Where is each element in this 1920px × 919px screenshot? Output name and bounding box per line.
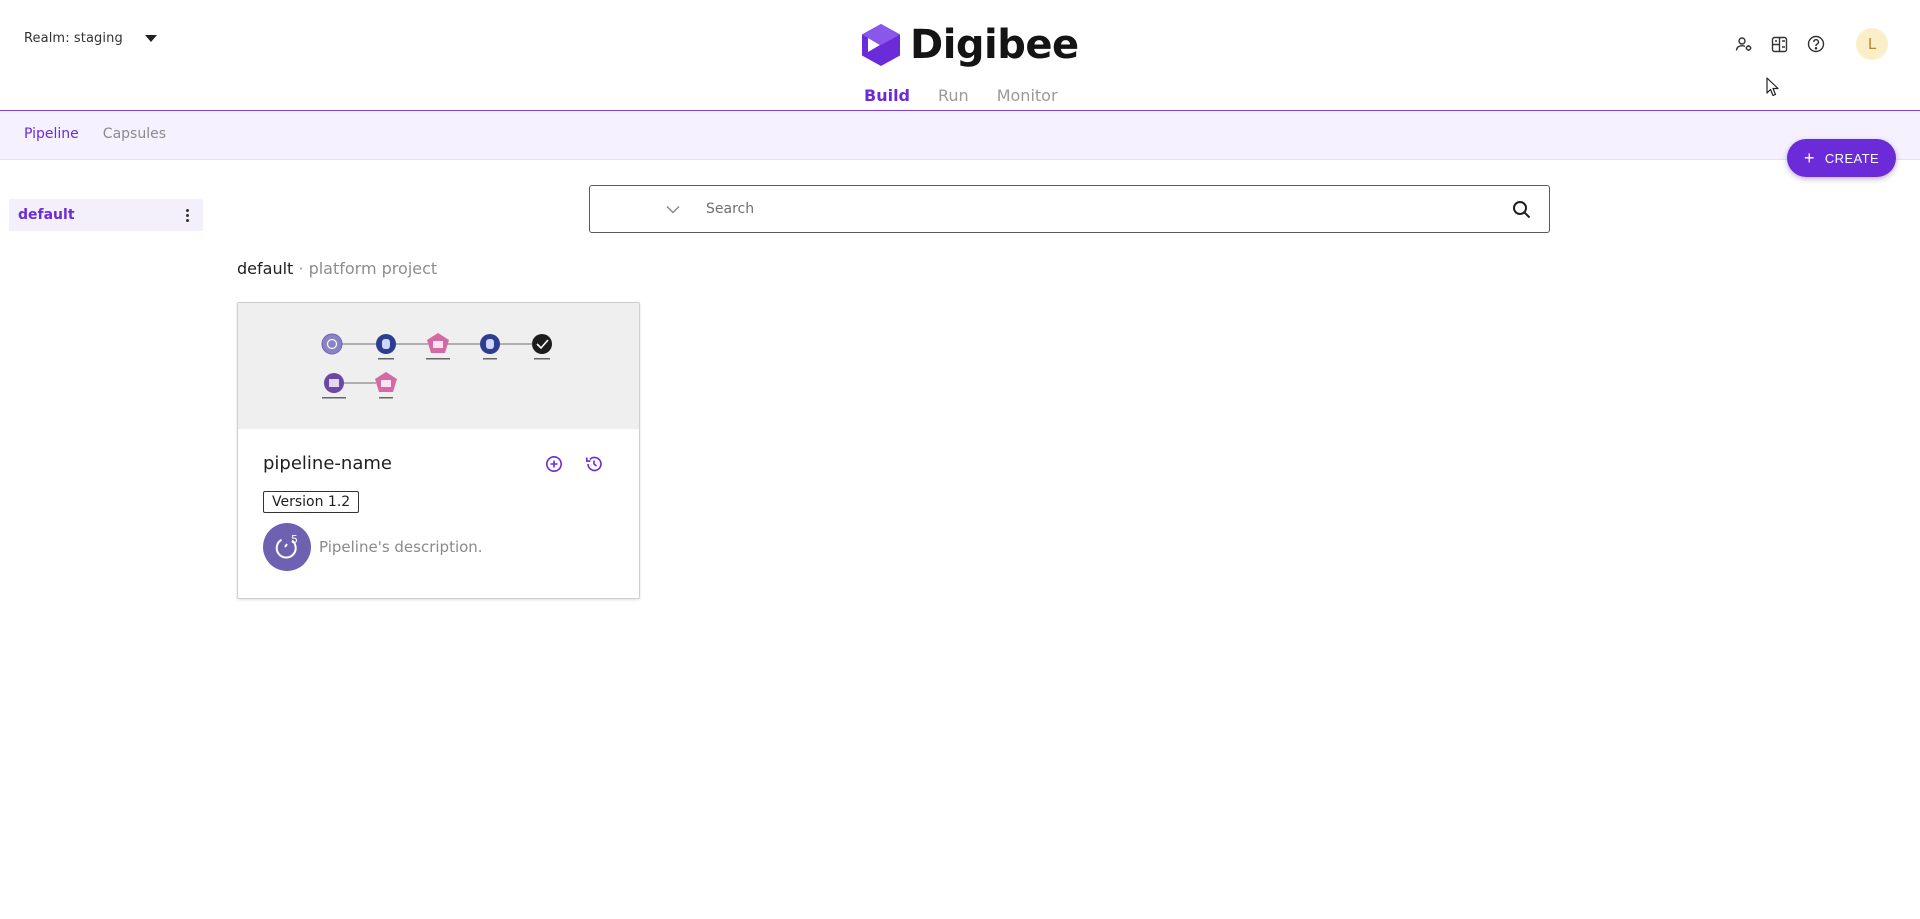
tab-run[interactable]: Run bbox=[924, 86, 983, 105]
chevron-down-icon bbox=[666, 205, 680, 214]
trigger-badge-count: 5 bbox=[291, 533, 298, 546]
search-input[interactable] bbox=[690, 186, 1493, 232]
user-avatar[interactable]: L bbox=[1856, 28, 1888, 60]
sidebar-item-label: default bbox=[18, 207, 75, 223]
create-button[interactable]: + CREATE bbox=[1787, 139, 1896, 177]
pipeline-flow-diagram bbox=[321, 333, 552, 399]
logo-mark-icon bbox=[862, 24, 900, 66]
project-heading: default · platform project bbox=[237, 259, 437, 278]
flow-stream-node bbox=[324, 373, 344, 393]
sidebar-item-default[interactable]: default bbox=[9, 199, 203, 231]
user-settings-icon[interactable] bbox=[1734, 35, 1753, 54]
history-icon[interactable] bbox=[583, 453, 605, 475]
help-icon[interactable] bbox=[1806, 35, 1825, 54]
version-badge: Version 1.2 bbox=[263, 491, 360, 513]
search-filter-select[interactable] bbox=[590, 186, 690, 232]
pipeline-card-body: pipeline-name Version 1.2 5 Pipeline's d… bbox=[238, 429, 639, 571]
search-bar bbox=[589, 185, 1550, 233]
search-icon[interactable] bbox=[1493, 186, 1549, 232]
realm-label: Realm: staging bbox=[24, 31, 123, 46]
pipeline-description: Pipeline's description. bbox=[319, 538, 483, 556]
pipeline-card[interactable]: pipeline-name Version 1.2 5 Pipeline's d… bbox=[237, 302, 640, 599]
flow-mapper-node-2 bbox=[375, 372, 397, 392]
add-version-icon[interactable] bbox=[543, 453, 565, 475]
main-tabs: Build Run Monitor bbox=[850, 86, 1072, 105]
grid-icon[interactable] bbox=[1770, 35, 1789, 54]
realm-selector[interactable]: Realm: staging bbox=[24, 31, 157, 46]
project-name: default bbox=[237, 259, 294, 278]
tab-capsules[interactable]: Capsules bbox=[103, 126, 166, 142]
top-header: Realm: staging Digibee Build Run Monitor bbox=[0, 0, 1920, 111]
digibee-logo[interactable]: Digibee bbox=[860, 22, 1079, 68]
flow-db-node-2 bbox=[480, 334, 500, 354]
project-separator: · bbox=[298, 259, 304, 278]
sub-navigation: Pipeline Capsules bbox=[0, 111, 1920, 160]
tab-pipeline[interactable]: Pipeline bbox=[24, 126, 79, 142]
scheduler-trigger-icon: 5 bbox=[263, 523, 311, 571]
flow-db-node-1 bbox=[376, 334, 396, 354]
tab-monitor[interactable]: Monitor bbox=[983, 86, 1072, 105]
flow-end-node bbox=[532, 334, 552, 354]
mouse-pointer-icon bbox=[1766, 77, 1779, 97]
pipeline-actions bbox=[543, 453, 605, 475]
pipeline-description-row: 5 Pipeline's description. bbox=[263, 523, 613, 571]
create-button-label: CREATE bbox=[1824, 150, 1880, 166]
flow-trigger-node bbox=[321, 333, 343, 355]
sub-tabs: Pipeline Capsules bbox=[24, 126, 166, 142]
tab-build[interactable]: Build bbox=[850, 86, 924, 105]
flow-mapper-node-1 bbox=[427, 333, 449, 353]
more-options-icon[interactable] bbox=[181, 208, 193, 222]
plus-icon: + bbox=[1803, 148, 1815, 168]
logo-text: Digibee bbox=[910, 22, 1079, 68]
pipeline-preview bbox=[238, 303, 639, 429]
top-right-icons: L bbox=[1734, 28, 1888, 60]
project-type: platform project bbox=[308, 259, 438, 278]
caret-down-icon bbox=[144, 35, 157, 42]
